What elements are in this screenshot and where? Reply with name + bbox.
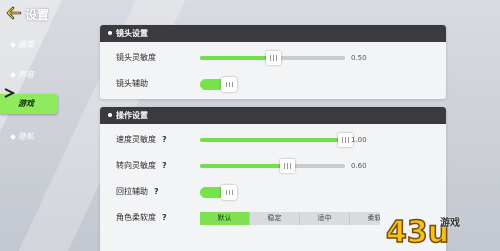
- camera-assist-toggle[interactable]: [200, 77, 237, 92]
- section-title: 操作设置: [100, 107, 446, 124]
- softness-option-moderate[interactable]: 适中: [300, 212, 350, 225]
- nav-item-label: 隐私: [18, 132, 34, 141]
- help-icon[interactable]: ?: [162, 153, 167, 179]
- selected-arrow-icon: [4, 88, 15, 98]
- nav-item-game[interactable]: 游戏: [0, 88, 58, 114]
- speed-sensitivity-slider[interactable]: [200, 133, 353, 147]
- nav-item-label: 声音: [18, 70, 34, 79]
- setting-label: 转向灵敏度: [116, 161, 156, 170]
- pullback-assist-toggle[interactable]: [200, 185, 237, 200]
- toggle-knob: [221, 77, 237, 92]
- nav-item-sound[interactable]: 声音: [0, 60, 58, 90]
- setting-label: 回拉辅助: [116, 187, 148, 196]
- toggle-knob: [221, 185, 237, 200]
- camera-sensitivity-slider[interactable]: [200, 51, 345, 65]
- pullback-assist-row: 回拉辅助?: [100, 179, 446, 205]
- nav-item-display[interactable]: 画面: [0, 30, 58, 60]
- turn-sensitivity-row: 转向灵敏度? 0.60: [100, 153, 446, 179]
- page-title: 设置: [25, 8, 50, 22]
- help-icon[interactable]: ?: [162, 205, 167, 231]
- nav-bullet-icon: [10, 72, 16, 78]
- settings-nav: 画面 声音 游戏 隐私: [0, 30, 62, 152]
- nav-bullet-icon: [10, 134, 16, 140]
- softness-option-stable[interactable]: 稳定: [250, 212, 300, 225]
- softness-option-default[interactable]: 默认: [200, 212, 250, 225]
- nav-bullet-icon: [10, 42, 16, 48]
- slider-fill: [200, 56, 273, 60]
- slider-value: 0.60: [351, 162, 367, 170]
- setting-label: 镜头灵敏度: [116, 53, 156, 62]
- slider-thumb[interactable]: [265, 51, 281, 65]
- setting-label: 速度灵敏度: [116, 135, 156, 144]
- camera-settings-panel: 镜头设置 镜头灵敏度 0.50 镜头辅助: [100, 25, 446, 99]
- section-title: 镜头设置: [100, 25, 446, 42]
- help-icon[interactable]: ?: [154, 179, 159, 205]
- camera-assist-row: 镜头辅助: [100, 71, 446, 97]
- nav-item-label: 画面: [18, 40, 34, 49]
- camera-sensitivity-row: 镜头灵敏度 0.50: [100, 45, 446, 71]
- setting-label: 角色柔软度: [116, 213, 156, 222]
- slider-value: 0.50: [351, 54, 367, 62]
- help-icon[interactable]: ?: [162, 127, 167, 153]
- speed-sensitivity-row: 速度灵敏度? 1.00: [100, 127, 446, 153]
- nav-item-privacy[interactable]: 隐私: [0, 122, 58, 152]
- slider-thumb[interactable]: [280, 159, 295, 173]
- slider-fill: [200, 164, 287, 168]
- back-arrow-icon[interactable]: [4, 4, 22, 22]
- slider-fill: [200, 138, 345, 142]
- watermark-text: 游戏: [440, 218, 460, 229]
- turn-sensitivity-slider[interactable]: [200, 159, 345, 173]
- slider-value: 1.00: [351, 136, 367, 144]
- softness-selector: 默认 稳定 适中 柔软: [200, 212, 380, 225]
- setting-label: 镜头辅助: [116, 79, 148, 88]
- softness-option-soft[interactable]: 柔软: [350, 212, 381, 225]
- nav-item-label: 游戏: [18, 99, 34, 108]
